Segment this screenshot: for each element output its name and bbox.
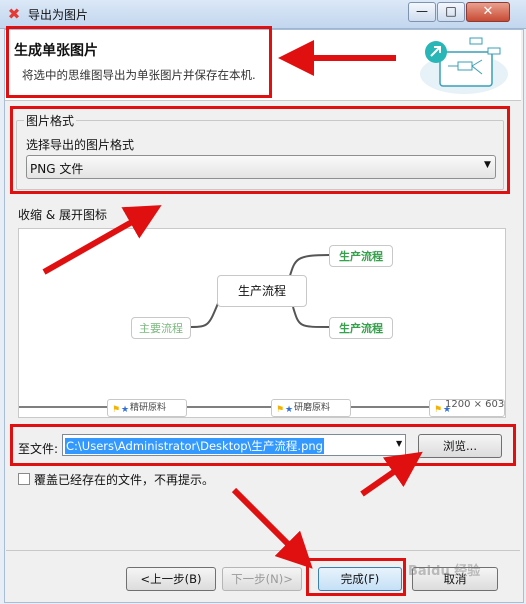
annotation-arrows bbox=[42, 40, 423, 569]
